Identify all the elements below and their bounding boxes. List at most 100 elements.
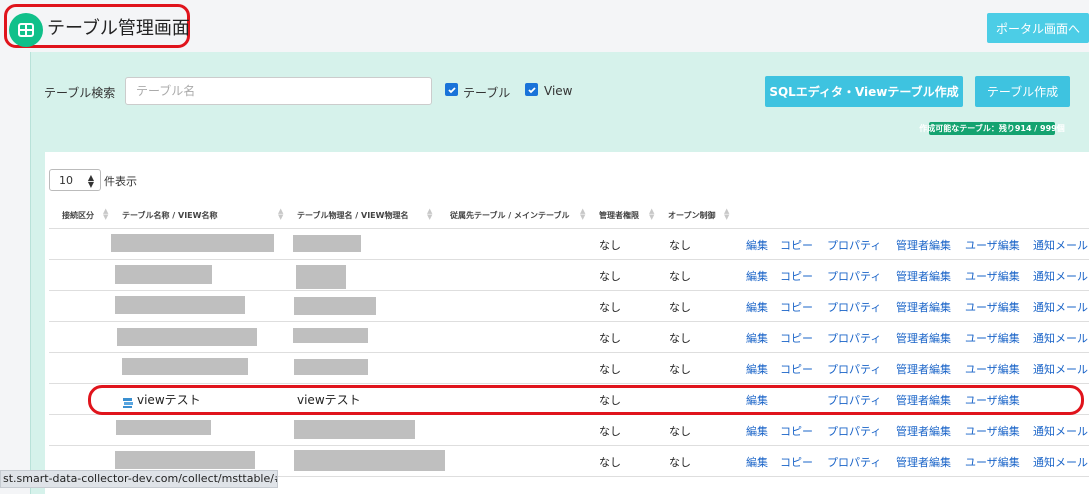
properties-link[interactable]: プロパティ: [827, 392, 881, 408]
edit-link[interactable]: 編集: [746, 423, 768, 439]
copy-link[interactable]: コピー: [780, 361, 813, 377]
column-header[interactable]: 従属先テーブル / メインテーブル: [450, 210, 570, 221]
copy-link[interactable]: コピー: [780, 330, 813, 346]
row-divider: [49, 290, 1089, 291]
admin-edit-link[interactable]: 管理者編集: [896, 454, 951, 470]
properties-link[interactable]: プロパティ: [827, 299, 881, 315]
notify-mail-link[interactable]: 通知メール: [1033, 237, 1089, 253]
sort-icon[interactable]: ▲ ▼: [724, 208, 729, 221]
checkmark-icon: [447, 86, 456, 93]
quota-badge: 作成可能なテーブル：残り914 / 999個: [919, 122, 1065, 135]
properties-link[interactable]: プロパティ: [827, 237, 881, 253]
redacted-table-name: [115, 296, 245, 314]
admin-cell: なし: [599, 332, 621, 345]
admin-edit-link[interactable]: 管理者編集: [896, 330, 951, 346]
view-name-link[interactable]: viewテスト: [137, 391, 201, 408]
status-bar-url: st.smart-data-collector-dev.com/collect/…: [0, 470, 278, 488]
column-header[interactable]: テーブル物理名 / VIEW物理名: [297, 210, 408, 221]
copy-link[interactable]: コピー: [780, 423, 813, 439]
notify-mail-link[interactable]: 通知メール: [1033, 423, 1089, 439]
table-search-input[interactable]: [125, 77, 432, 105]
view-checkbox-label: View: [544, 84, 573, 98]
user-edit-link[interactable]: ユーザ編集: [965, 237, 1020, 253]
user-edit-link[interactable]: ユーザ編集: [965, 454, 1020, 470]
admin-cell: なし: [599, 394, 621, 407]
column-header[interactable]: オープン制御: [668, 210, 716, 221]
notify-mail-link[interactable]: 通知メール: [1033, 299, 1089, 315]
checkmark-icon: [527, 86, 536, 93]
copy-link[interactable]: コピー: [780, 454, 813, 470]
open-cell: なし: [669, 456, 691, 469]
admin-edit-link[interactable]: 管理者編集: [896, 268, 951, 284]
edit-link[interactable]: 編集: [746, 454, 768, 470]
row-divider: [49, 321, 1089, 322]
table-checkbox[interactable]: [445, 83, 458, 96]
copy-link[interactable]: コピー: [780, 237, 813, 253]
admin-edit-link[interactable]: 管理者編集: [896, 423, 951, 439]
user-edit-link[interactable]: ユーザ編集: [965, 423, 1020, 439]
redacted-table-name: [115, 451, 255, 469]
admin-cell: なし: [599, 456, 621, 469]
edit-link[interactable]: 編集: [746, 361, 768, 377]
user-edit-link[interactable]: ユーザ編集: [965, 392, 1020, 408]
admin-cell: なし: [599, 425, 621, 438]
edit-link[interactable]: 編集: [746, 237, 768, 253]
sql-editor-button[interactable]: SQLエディタ・Viewテーブル作成: [765, 76, 963, 107]
sort-icon[interactable]: ▲ ▼: [278, 208, 283, 221]
edit-link[interactable]: 編集: [746, 330, 768, 346]
column-header[interactable]: 接続区分: [62, 210, 94, 221]
open-cell: なし: [669, 332, 691, 345]
admin-edit-link[interactable]: 管理者編集: [896, 392, 951, 408]
sort-icon[interactable]: ▲ ▼: [427, 208, 432, 221]
row-divider: [49, 352, 1089, 353]
edit-link[interactable]: 編集: [746, 268, 768, 284]
create-table-button[interactable]: テーブル作成: [975, 76, 1070, 107]
properties-link[interactable]: プロパティ: [827, 361, 881, 377]
sort-icon[interactable]: ▲ ▼: [103, 208, 108, 221]
redacted-physical-name: [294, 420, 415, 439]
properties-link[interactable]: プロパティ: [827, 454, 881, 470]
admin-cell: なし: [599, 301, 621, 314]
user-edit-link[interactable]: ユーザ編集: [965, 268, 1020, 284]
admin-cell: なし: [599, 363, 621, 376]
page-size-value: 10: [59, 173, 73, 187]
notify-mail-link[interactable]: 通知メール: [1033, 330, 1089, 346]
admin-edit-link[interactable]: 管理者編集: [896, 237, 951, 253]
row-divider: [49, 445, 1089, 446]
redacted-table-name: [116, 420, 211, 435]
admin-edit-link[interactable]: 管理者編集: [896, 361, 951, 377]
sort-icon[interactable]: ▲ ▼: [649, 208, 654, 221]
notify-mail-link[interactable]: 通知メール: [1033, 454, 1089, 470]
sort-icon[interactable]: ▲ ▼: [580, 208, 585, 221]
redacted-physical-name: [296, 265, 346, 289]
properties-link[interactable]: プロパティ: [827, 330, 881, 346]
notify-mail-link[interactable]: 通知メール: [1033, 268, 1089, 284]
column-header[interactable]: 管理者権限: [599, 210, 639, 221]
copy-link[interactable]: コピー: [780, 268, 813, 284]
user-edit-link[interactable]: ユーザ編集: [965, 361, 1020, 377]
table-card: [45, 152, 1089, 494]
open-cell: なし: [669, 301, 691, 314]
row-divider: [49, 259, 1089, 260]
edit-link[interactable]: 編集: [746, 392, 768, 408]
properties-link[interactable]: プロパティ: [827, 268, 881, 284]
properties-link[interactable]: プロパティ: [827, 423, 881, 439]
redacted-table-name: [111, 234, 274, 252]
notify-mail-link[interactable]: 通知メール: [1033, 361, 1089, 377]
user-edit-link[interactable]: ユーザ編集: [965, 299, 1020, 315]
column-header[interactable]: テーブル名称 / VIEW名称: [122, 210, 217, 221]
redacted-physical-name: [293, 235, 361, 252]
copy-link[interactable]: コピー: [780, 299, 813, 315]
admin-edit-link[interactable]: 管理者編集: [896, 299, 951, 315]
view-layers-icon: [122, 393, 134, 412]
admin-cell: なし: [599, 270, 621, 283]
open-cell: なし: [669, 425, 691, 438]
open-cell: なし: [669, 239, 691, 252]
redacted-table-name: [115, 265, 212, 284]
table-grid-icon: [9, 13, 43, 47]
edit-link[interactable]: 編集: [746, 299, 768, 315]
view-checkbox[interactable]: [525, 83, 538, 96]
portal-button[interactable]: ポータル画面へ: [987, 13, 1089, 43]
page-size-select[interactable]: 10 ▲ ▼: [49, 169, 101, 191]
user-edit-link[interactable]: ユーザ編集: [965, 330, 1020, 346]
